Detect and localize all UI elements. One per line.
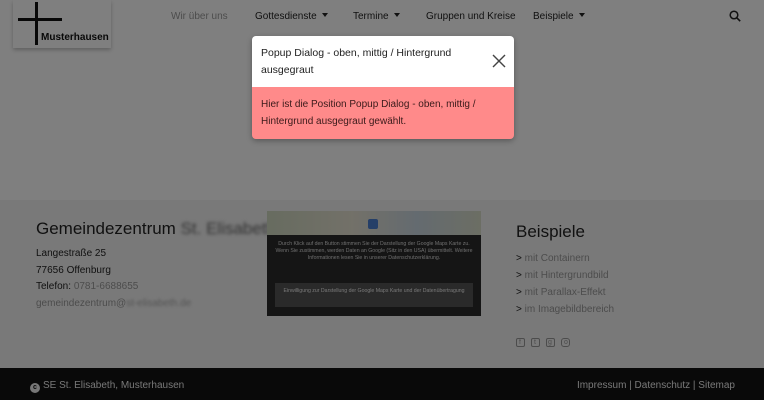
dialog-title: Popup Dialog - oben, mittig / Hintergrun…: [261, 47, 452, 76]
close-icon[interactable]: [492, 54, 506, 68]
dialog-message: Hier ist die Position Popup Dialog - obe…: [261, 99, 476, 127]
dialog-body: Hier ist die Position Popup Dialog - obe…: [252, 87, 514, 139]
popup-dialog: Popup Dialog - oben, mittig / Hintergrun…: [252, 36, 514, 139]
dialog-header: Popup Dialog - oben, mittig / Hintergrun…: [252, 36, 514, 87]
